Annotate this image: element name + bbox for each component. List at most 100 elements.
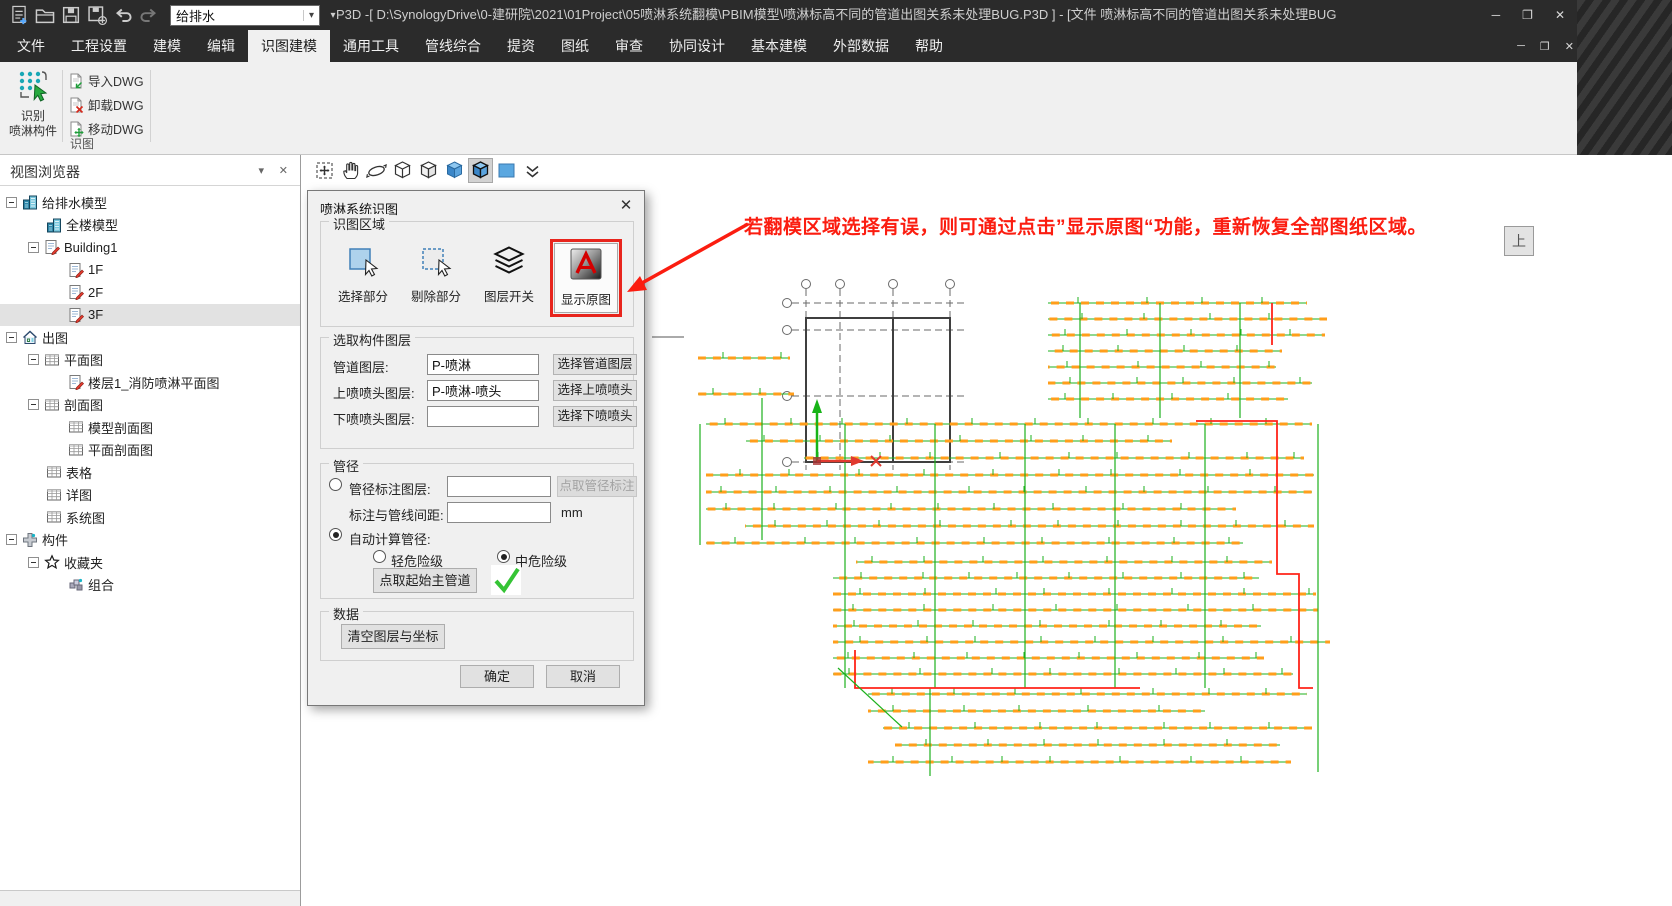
- window-controls: ─ ❐ ✕: [1492, 0, 1565, 30]
- tree-item[interactable]: 收藏夹: [0, 551, 300, 574]
- menu-item-10[interactable]: 协同设计: [656, 30, 738, 62]
- remove-part-button[interactable]: 剔除部分: [404, 244, 468, 305]
- menu-item-8[interactable]: 图纸: [548, 30, 602, 62]
- unload-dwg-button[interactable]: 卸载DWG: [68, 93, 144, 116]
- pan-icon[interactable]: [338, 158, 363, 183]
- wireframe-cube-icon[interactable]: [390, 158, 415, 183]
- tree-item[interactable]: 全楼模型: [0, 214, 300, 237]
- doc-restore-button[interactable]: ❐: [1540, 40, 1550, 53]
- doc-minimize-button[interactable]: ─: [1517, 40, 1525, 52]
- minimize-button[interactable]: ─: [1492, 8, 1501, 22]
- menu-item-4[interactable]: 识图建模: [248, 30, 330, 62]
- menu-item-11[interactable]: 基本建模: [738, 30, 820, 62]
- ok-button[interactable]: 确定: [460, 665, 534, 688]
- tree-item[interactable]: 楼层1_消防喷淋平面图: [0, 371, 300, 394]
- tree-item[interactable]: 系统图: [0, 506, 300, 529]
- expander-icon[interactable]: [28, 354, 39, 365]
- select-pipe-layer-button[interactable]: 选择管道图层: [553, 354, 637, 375]
- zoom-extents-icon[interactable]: [312, 158, 337, 183]
- tree-item[interactable]: 平面剖面图: [0, 439, 300, 462]
- light-hazard-radio[interactable]: [373, 550, 386, 563]
- title-bar: 给排水 ▾ ▾ P3D -[ D:\SynologyDrive\0-建研院\20…: [0, 0, 1672, 30]
- auto-diameter-radio[interactable]: [329, 528, 342, 541]
- up-head-layer-input[interactable]: P-喷淋-喷头: [427, 380, 539, 401]
- select-up-head-button[interactable]: 选择上喷喷头: [553, 380, 637, 401]
- save-as-icon[interactable]: [86, 4, 108, 26]
- menu-item-2[interactable]: 建模: [140, 30, 194, 62]
- layer-switch-button[interactable]: 图层开关: [477, 244, 541, 305]
- tree-item[interactable]: 给排水模型: [0, 191, 300, 214]
- tree-item-label: 楼层1_消防喷淋平面图: [88, 373, 219, 392]
- redo-icon[interactable]: [138, 4, 160, 26]
- expand-chevron-icon[interactable]: [520, 158, 545, 183]
- new-file-icon[interactable]: [8, 4, 30, 26]
- shaded-edges-cube-icon[interactable]: [468, 158, 493, 183]
- expander-icon[interactable]: [28, 399, 39, 410]
- hidden-line-cube-icon[interactable]: [416, 158, 441, 183]
- menu-item-1[interactable]: 工程设置: [58, 30, 140, 62]
- annotation-layer-input[interactable]: [447, 476, 551, 497]
- menu-item-9[interactable]: 审查: [602, 30, 656, 62]
- expander-icon[interactable]: [6, 197, 17, 208]
- pick-start-pipe-button[interactable]: 点取起始主管道: [373, 568, 477, 593]
- menu-item-6[interactable]: 管线综合: [412, 30, 494, 62]
- doc-close-button[interactable]: ✕: [1565, 40, 1574, 53]
- expander-icon[interactable]: [28, 242, 39, 253]
- tree-item[interactable]: 构件: [0, 529, 300, 552]
- tree-item-label: 详图: [66, 485, 92, 504]
- import-dwg-button[interactable]: 导入DWG: [68, 69, 144, 92]
- tree-item[interactable]: 模型剖面图: [0, 416, 300, 439]
- annotation-layer-radio[interactable]: [329, 478, 342, 491]
- tree-item[interactable]: Building1: [0, 236, 300, 259]
- doc-edit-icon: [68, 374, 84, 390]
- menu-item-3[interactable]: 编辑: [194, 30, 248, 62]
- panel-close-icon[interactable]: ✕: [279, 164, 288, 177]
- menu-item-5[interactable]: 通用工具: [330, 30, 412, 62]
- select-part-button[interactable]: 选择部分: [331, 244, 395, 305]
- tree-item[interactable]: 表格: [0, 461, 300, 484]
- window-corner-decoration: [1577, 0, 1672, 155]
- flat-shade-icon[interactable]: [494, 158, 519, 183]
- menu-item-0[interactable]: 文件: [4, 30, 58, 62]
- discipline-select[interactable]: 给排水 ▾: [170, 5, 320, 26]
- select-down-head-button[interactable]: 选择下喷喷头: [553, 406, 637, 427]
- cancel-button[interactable]: 取消: [546, 665, 620, 688]
- spacing-input[interactable]: [447, 502, 551, 523]
- tree-item[interactable]: 3F: [0, 304, 300, 327]
- open-icon[interactable]: [34, 4, 56, 26]
- tree-item-label: 构件: [42, 530, 68, 549]
- tree-item[interactable]: 剖面图: [0, 394, 300, 417]
- clear-layers-button[interactable]: 清空图层与坐标: [341, 624, 445, 649]
- tree-item[interactable]: 2F: [0, 281, 300, 304]
- pipe-layer-input[interactable]: P-喷淋: [427, 354, 539, 375]
- maximize-button[interactable]: ❐: [1522, 8, 1533, 22]
- show-original-button[interactable]: 显示原图: [554, 243, 618, 313]
- close-button[interactable]: ✕: [1555, 8, 1565, 22]
- tree-item-label: 剖面图: [64, 395, 103, 414]
- undo-icon[interactable]: [112, 4, 134, 26]
- expander-icon[interactable]: [28, 557, 39, 568]
- save-icon[interactable]: [60, 4, 82, 26]
- ribbon: 识别 喷淋构件 导入DWG 卸载DWG 移动DWG 识图: [0, 62, 1672, 155]
- layers-group-label: 选取构件图层: [329, 330, 415, 349]
- expander-icon[interactable]: [6, 332, 17, 343]
- tree-item[interactable]: 组合: [0, 574, 300, 597]
- menu-item-13[interactable]: 帮助: [902, 30, 956, 62]
- tree-item[interactable]: 出图: [0, 326, 300, 349]
- tree-item[interactable]: 平面图: [0, 349, 300, 372]
- viewcube-top-button[interactable]: 上: [1504, 226, 1534, 256]
- viewport-toolbar: [312, 158, 545, 183]
- panel-pin-icon[interactable]: ▾: [258, 164, 264, 177]
- dialog-close-icon[interactable]: ✕: [617, 196, 635, 214]
- expander-icon[interactable]: [6, 534, 17, 545]
- diameter-group: 管径 管径标注图层: 点取管径标注 标注与管线间距: mm 自动计算管径: 轻危…: [320, 463, 634, 599]
- shaded-cube-icon[interactable]: [442, 158, 467, 183]
- window-title: P3D -[ D:\SynologyDrive\0-建研院\2021\01Pro…: [336, 0, 1336, 30]
- down-head-layer-input[interactable]: [427, 406, 539, 427]
- menu-item-7[interactable]: 提资: [494, 30, 548, 62]
- mid-hazard-radio[interactable]: [497, 550, 510, 563]
- tree-item[interactable]: 详图: [0, 484, 300, 507]
- tree-item[interactable]: 1F: [0, 259, 300, 282]
- orbit-icon[interactable]: [364, 158, 389, 183]
- menu-item-12[interactable]: 外部数据: [820, 30, 902, 62]
